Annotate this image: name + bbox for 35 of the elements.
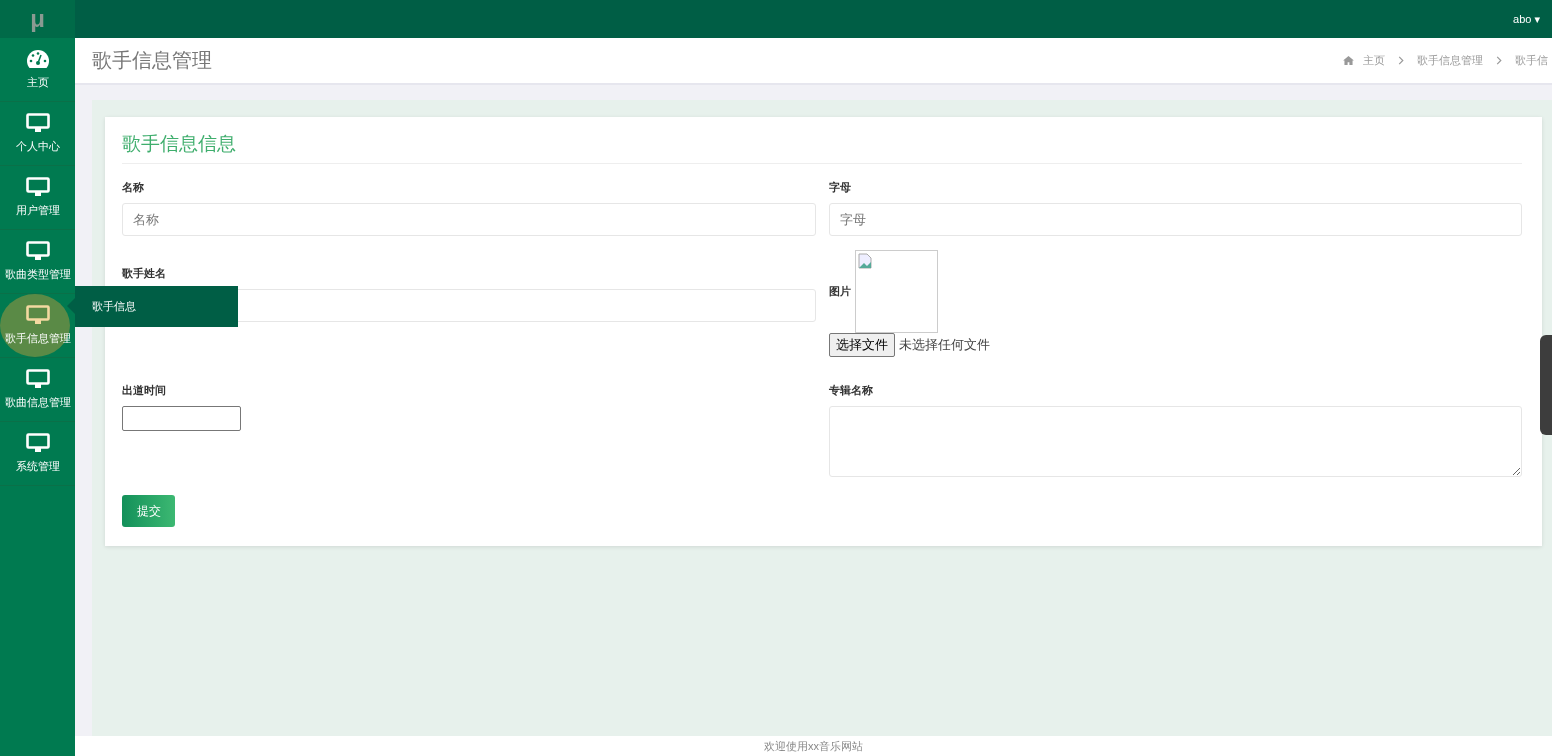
monitor-icon [25,113,50,133]
side-handle[interactable] [1540,335,1552,435]
input-field[interactable]: 字母 [828,203,1522,236]
logo: μ [0,0,75,38]
page-title: 歌手信息管理 [92,48,212,73]
field-label: 出道时间 [122,383,167,398]
monitor-icon [25,305,50,325]
monitor-icon [25,241,50,261]
field-label: 名称 [122,180,145,195]
user-menu[interactable]: abo ▾ [1513,12,1540,26]
date-field[interactable] [122,406,241,431]
monitor-icon [25,369,50,389]
monitor-icon [25,433,50,453]
dashboard-icon [25,49,50,69]
broken-image-icon [857,253,872,269]
field-label: 图片 [828,284,851,299]
breadcrumb-link[interactable]: 歌手信 [1515,53,1548,68]
breadcrumb-link[interactable]: 主页 [1363,53,1385,68]
chevron-icon [1496,56,1502,65]
footer-text: 欢迎使用xx音乐网站 [764,738,863,754]
chevron-icon [1398,56,1404,65]
home-icon [1343,56,1354,65]
sidebar-item[interactable]: 歌手信息管理 [0,294,75,358]
submenu-item[interactable]: 歌手信息 [75,286,238,327]
input-field[interactable]: 名称 [122,203,816,236]
field-label: 专辑名称 [828,383,874,398]
choose-file-button[interactable]: 选择文件 [828,333,895,357]
card-title: 歌手信息信息 [122,131,1522,164]
breadcrumb-link[interactable]: 歌手信息管理 [1417,53,1483,68]
field-label: 字母 [828,180,852,195]
submit-button[interactable]: 提交 [122,495,175,527]
monitor-icon [25,177,50,197]
field-label: 歌手姓名 [122,266,167,281]
file-status: 未选择任何文件 [898,336,990,354]
hover-highlight [0,294,70,357]
